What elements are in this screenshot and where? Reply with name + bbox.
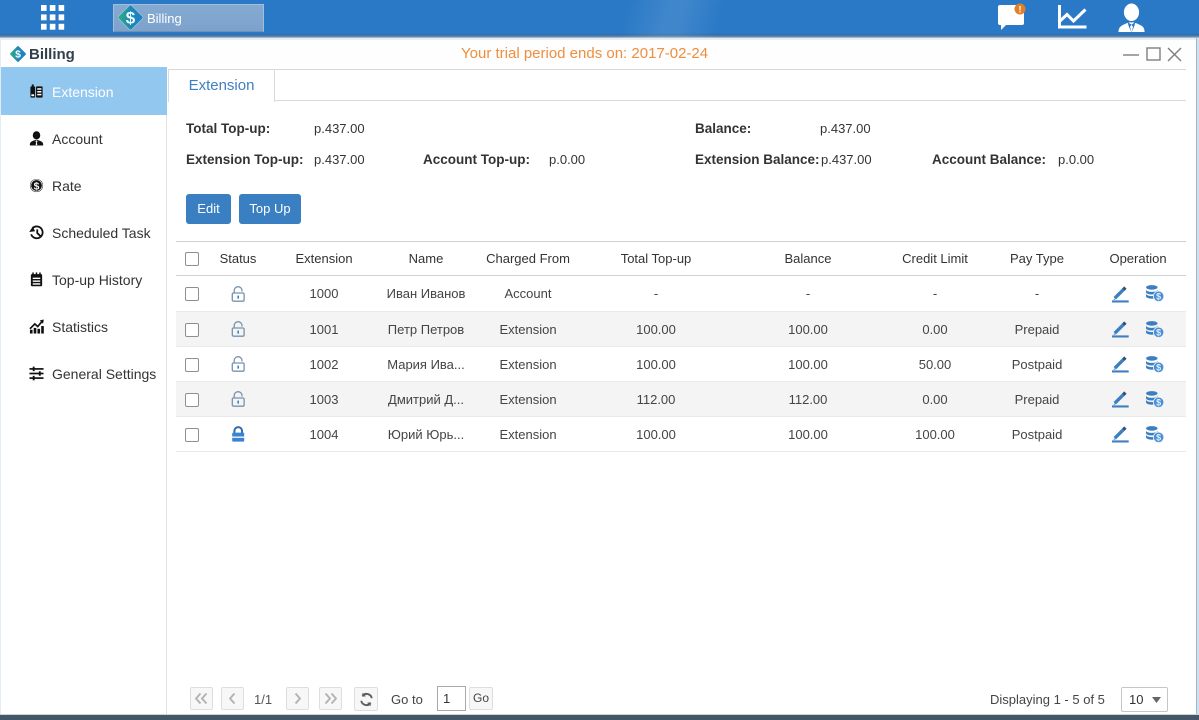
svg-text:!: ! [1019, 5, 1022, 15]
svg-text:$: $ [15, 50, 21, 61]
svg-text:$: $ [126, 9, 136, 28]
svg-text:$: $ [34, 181, 40, 192]
